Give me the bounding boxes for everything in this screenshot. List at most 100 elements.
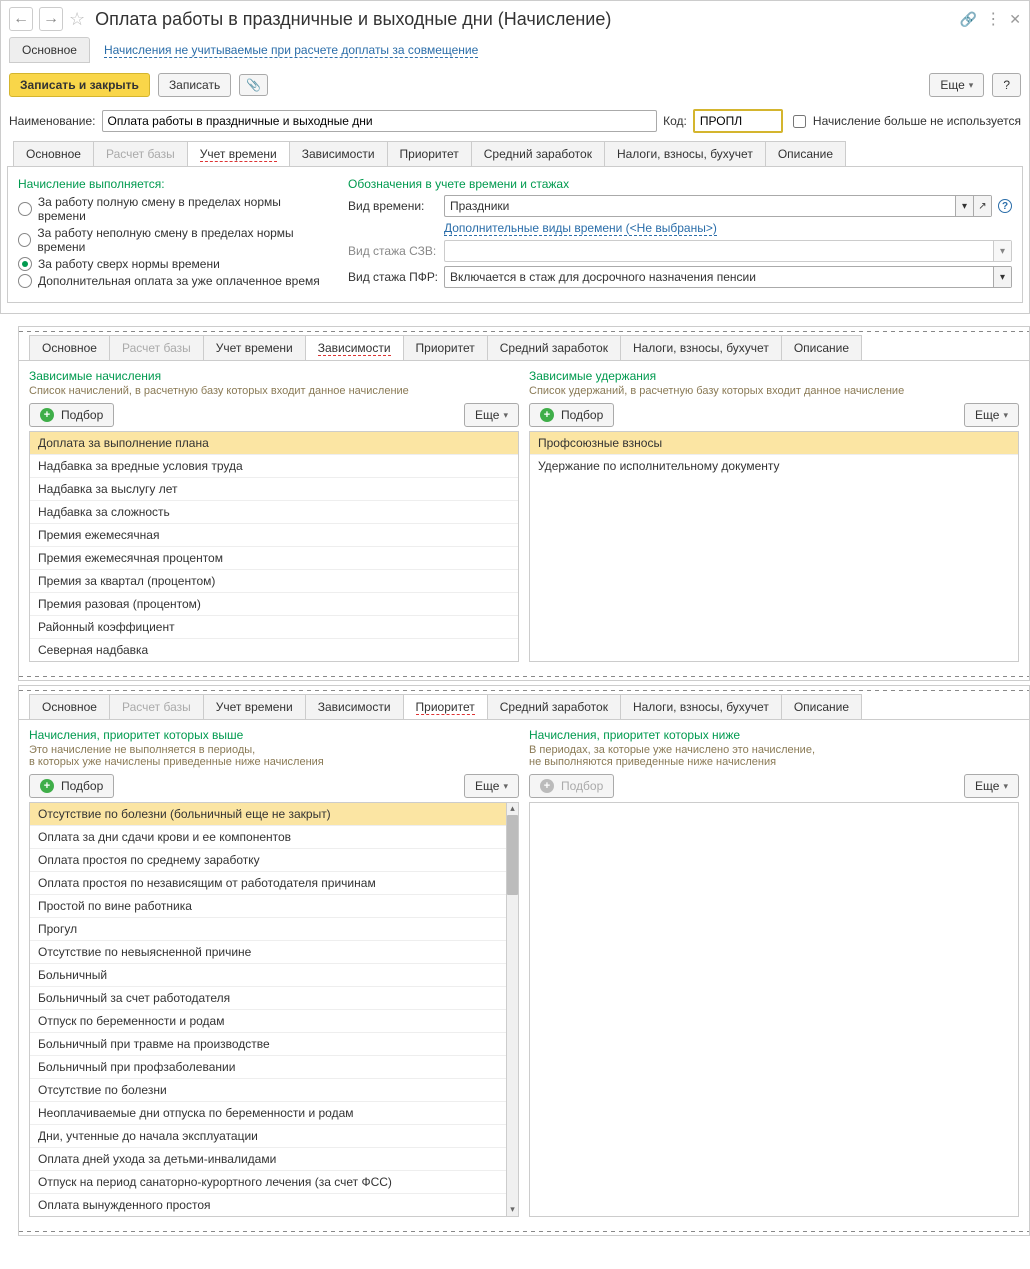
prio-left-list[interactable]: Отсутствие по болезни (больничный еще не… [29, 802, 507, 1217]
topnav-main[interactable]: Основное [9, 37, 90, 63]
dep-right-list[interactable]: Профсоюзные взносыУдержание по исполните… [529, 431, 1019, 662]
help-button[interactable]: ? [992, 73, 1021, 97]
tab-raschet-bazy[interactable]: Расчет базы [109, 335, 204, 360]
list-item[interactable]: Больничный при профзаболевании [30, 1056, 506, 1079]
tab-osnovnoe[interactable]: Основное [29, 335, 110, 360]
tab-prioritet[interactable]: Приоритет [403, 335, 488, 360]
tab-prioritet[interactable]: Приоритет [387, 141, 472, 166]
radio-full-shift[interactable]: За работу полную смену в пределах нормы … [18, 195, 328, 223]
more-menu-button[interactable]: Еще [464, 774, 519, 798]
nav-back-button[interactable] [9, 7, 33, 31]
list-item[interactable]: Больничный при травме на производстве [30, 1033, 506, 1056]
scrollbar[interactable]: ▴ ▾ [507, 802, 519, 1217]
tab-opisanie[interactable]: Описание [765, 141, 846, 166]
tab-nalogi[interactable]: Налоги, взносы, бухучет [620, 694, 782, 719]
save-button[interactable]: Записать [158, 73, 231, 97]
pfr-select[interactable]: Включается в стаж для досрочного назначе… [444, 266, 1012, 288]
list-item[interactable]: Удержание по исполнительному документу [530, 455, 1018, 477]
tab-uchet-vremeni[interactable]: Учет времени [203, 694, 306, 719]
tab-uchet-vremeni[interactable]: Учет времени [203, 335, 306, 360]
dep-left-list[interactable]: Доплата за выполнение планаНадбавка за в… [29, 431, 519, 662]
extra-time-kinds-link[interactable]: Дополнительные виды времени (<Не выбраны… [444, 221, 717, 236]
tab-zavisimosti[interactable]: Зависимости [305, 335, 404, 360]
pick-button[interactable]: +Подбор [529, 403, 614, 427]
name-input[interactable] [102, 110, 658, 132]
list-item[interactable]: Прогул [30, 918, 506, 941]
tab-raschet-bazy[interactable]: Расчет базы [93, 141, 188, 166]
list-item[interactable]: Надбавка за вредные условия труда [30, 455, 518, 478]
list-item[interactable]: Отсутствие по болезни [30, 1079, 506, 1102]
tab-zavisimosti[interactable]: Зависимости [289, 141, 388, 166]
radio-part-shift[interactable]: За работу неполную смену в пределах норм… [18, 226, 328, 254]
list-item[interactable]: Премия ежемесячная [30, 524, 518, 547]
radio-extra-pay[interactable]: Дополнительная оплата за уже оплаченное … [18, 274, 328, 288]
close-icon[interactable] [1009, 11, 1021, 28]
tab-nalogi[interactable]: Налоги, взносы, бухучет [604, 141, 766, 166]
unused-checkbox[interactable] [793, 115, 806, 128]
chevron-down-icon[interactable]: ▾ [955, 196, 973, 216]
list-item[interactable]: Надбавка за выслугу лет [30, 478, 518, 501]
tab-nalogi[interactable]: Налоги, взносы, бухучет [620, 335, 782, 360]
more-menu-button[interactable]: Еще [929, 73, 984, 97]
list-item[interactable]: Надбавка за сложность [30, 501, 518, 524]
help-icon[interactable]: ? [998, 199, 1012, 213]
tab-uchet-vremeni[interactable]: Учет времени [187, 141, 290, 166]
tab-sredniy[interactable]: Средний заработок [487, 694, 621, 719]
more-menu-button[interactable]: Еще [964, 403, 1019, 427]
radio-overtime[interactable]: За работу сверх нормы времени [18, 257, 328, 271]
list-item[interactable]: Доплата за выполнение плана [30, 432, 518, 455]
list-item[interactable]: Премия ежемесячная процентом [30, 547, 518, 570]
list-item[interactable]: Отсутствие по невыясненной причине [30, 941, 506, 964]
prio-left-sub: Это начисление не выполняется в периоды,… [29, 744, 519, 768]
tab-raschet-bazy[interactable]: Расчет базы [109, 694, 204, 719]
list-item[interactable]: Больничный [30, 964, 506, 987]
list-item[interactable]: Премия разовая (процентом) [30, 593, 518, 616]
chevron-down-icon[interactable]: ▾ [993, 267, 1011, 287]
topnav-link[interactable]: Начисления не учитываемые при расчете до… [104, 43, 478, 58]
titlebar: ☆ Оплата работы в праздничные и выходные… [1, 1, 1029, 37]
pick-button[interactable]: +Подбор [29, 774, 114, 798]
list-item[interactable]: Оплата дней ухода за детьми-инвалидами [30, 1148, 506, 1171]
list-item[interactable]: Больничный за счет работодателя [30, 987, 506, 1010]
link-icon[interactable] [960, 11, 977, 28]
list-item[interactable]: Оплата за дни сдачи крови и ее компонент… [30, 826, 506, 849]
list-item[interactable]: Простой по вине работника [30, 895, 506, 918]
attach-button[interactable] [239, 74, 268, 96]
list-item[interactable]: Профсоюзные взносы [530, 432, 1018, 455]
tab-sredniy[interactable]: Средний заработок [471, 141, 605, 166]
tab-opisanie[interactable]: Описание [781, 694, 862, 719]
save-close-button[interactable]: Записать и закрыть [9, 73, 150, 97]
main-window: ☆ Оплата работы в праздничные и выходные… [0, 0, 1030, 314]
plus-circle-icon: + [40, 408, 54, 422]
timekind-select[interactable]: Праздники ▾ ↗ [444, 195, 992, 217]
list-item[interactable]: Районный коэффициент [30, 616, 518, 639]
list-item[interactable]: Оплата простоя по независящим от работод… [30, 872, 506, 895]
szv-select[interactable]: ▾ [444, 240, 1012, 262]
list-item[interactable]: Дни, учтенные до начала эксплуатации [30, 1125, 506, 1148]
pick-button[interactable]: +Подбор [29, 403, 114, 427]
list-item[interactable]: Оплата вынужденного простоя [30, 1194, 506, 1216]
star-icon[interactable]: ☆ [69, 9, 85, 30]
list-item[interactable]: Отпуск по беременности и родам [30, 1010, 506, 1033]
list-item[interactable]: Оплата простоя по среднему заработку [30, 849, 506, 872]
tab-prioritet[interactable]: Приоритет [403, 694, 488, 719]
more-icon[interactable] [985, 9, 1001, 29]
list-item[interactable]: Отпуск на период санаторно-курортного ле… [30, 1171, 506, 1194]
nav-forward-button[interactable] [39, 7, 63, 31]
more-menu-button[interactable]: Еще [964, 774, 1019, 798]
tab-osnovnoe[interactable]: Основное [13, 141, 94, 166]
tab-sredniy[interactable]: Средний заработок [487, 335, 621, 360]
list-item[interactable]: Отсутствие по болезни (больничный еще не… [30, 803, 506, 826]
list-item[interactable]: Неоплачиваемые дни отпуска по беременнос… [30, 1102, 506, 1125]
list-item[interactable]: Северная надбавка [30, 639, 518, 661]
code-input[interactable] [693, 109, 783, 133]
dep-right-sub: Список удержаний, в расчетную базу котор… [529, 385, 1019, 397]
chevron-down-icon[interactable]: ▾ [993, 241, 1011, 261]
list-item[interactable]: Премия за квартал (процентом) [30, 570, 518, 593]
more-menu-button[interactable]: Еще [464, 403, 519, 427]
tab-opisanie[interactable]: Описание [781, 335, 862, 360]
tab-osnovnoe[interactable]: Основное [29, 694, 110, 719]
open-icon[interactable]: ↗ [973, 196, 991, 216]
tab-zavisimosti[interactable]: Зависимости [305, 694, 404, 719]
prio-right-list[interactable] [529, 802, 1019, 1217]
